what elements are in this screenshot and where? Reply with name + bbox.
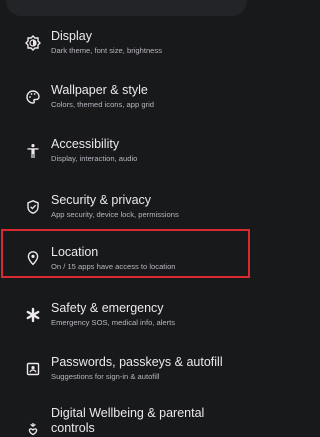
- location-pin-icon: [22, 247, 44, 269]
- location-title: Location: [51, 245, 99, 259]
- settings-item-display[interactable]: Display Dark theme, font size, brightnes…: [0, 26, 253, 66]
- settings-item-location[interactable]: Location On / 15 apps have access to loc…: [0, 242, 253, 278]
- shield-icon: [22, 196, 44, 218]
- wallpaper-title: Wallpaper & style: [51, 83, 148, 97]
- safety-subtitle: Emergency SOS, medical info, alerts: [51, 318, 176, 327]
- settings-screen: Display Dark theme, font size, brightnes…: [0, 0, 253, 437]
- safety-title: Safety & emergency: [51, 301, 164, 315]
- accessibility-icon: [22, 140, 44, 162]
- wellbeing-icon: [22, 418, 44, 437]
- location-subtitle: On / 15 apps have access to location: [51, 262, 176, 271]
- settings-item-safety[interactable]: Safety & emergency Emergency SOS, medica…: [0, 298, 253, 338]
- settings-item-wallpaper[interactable]: Wallpaper & style Colors, themed icons, …: [0, 80, 253, 120]
- brightness-icon: [22, 32, 44, 54]
- wellbeing-title: Digital Wellbeing & parental controls: [51, 406, 205, 435]
- settings-item-wellbeing[interactable]: Digital Wellbeing & parental controls: [0, 405, 253, 437]
- wallpaper-subtitle: Colors, themed icons, app grid: [51, 100, 154, 109]
- security-subtitle: App security, device lock, permissions: [51, 210, 179, 219]
- settings-item-passwords[interactable]: Passwords, passkeys & autofill Suggestio…: [0, 352, 253, 392]
- settings-item-security[interactable]: Security & privacy App security, device …: [0, 190, 253, 230]
- accessibility-title: Accessibility: [51, 137, 120, 151]
- palette-icon: [22, 86, 44, 108]
- display-title: Display: [51, 29, 92, 43]
- passwords-subtitle: Suggestions for sign-in & autofill: [51, 372, 160, 381]
- accessibility-subtitle: Display, interaction, audio: [51, 154, 138, 163]
- search-card-edge: [6, 0, 247, 16]
- display-subtitle: Dark theme, font size, brightness: [51, 46, 163, 55]
- passwords-title: Passwords, passkeys & autofill: [51, 355, 223, 369]
- security-title: Security & privacy: [51, 193, 152, 207]
- settings-item-accessibility[interactable]: Accessibility Display, interaction, audi…: [0, 134, 253, 174]
- key-card-icon: [22, 358, 44, 380]
- asterisk-icon: [22, 304, 44, 326]
